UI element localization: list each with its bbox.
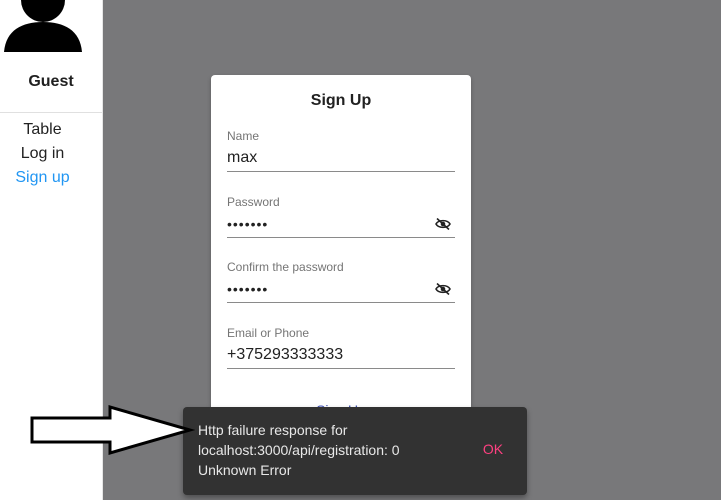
arrow-annotation: [30, 405, 195, 455]
email-phone-input[interactable]: +375293333333: [227, 346, 455, 369]
nav-item-table[interactable]: Table: [0, 118, 85, 142]
eye-off-icon[interactable]: [435, 218, 451, 230]
avatar-icon: [4, 0, 82, 52]
nav-item-login[interactable]: Log in: [0, 142, 85, 166]
confirm-password-input[interactable]: •••••••: [227, 280, 455, 303]
sidebar-divider: [0, 112, 102, 113]
email-phone-field[interactable]: Email or Phone +375293333333: [227, 326, 455, 369]
password-input[interactable]: •••••••: [227, 215, 455, 238]
confirm-password-value: •••••••: [227, 281, 269, 297]
snackbar-ok-button[interactable]: OK: [473, 441, 513, 457]
name-field[interactable]: Name max: [227, 129, 455, 172]
form-title: Sign Up: [310, 92, 372, 109]
nav-item-signup[interactable]: Sign up: [0, 166, 85, 190]
confirm-password-field[interactable]: Confirm the password •••••••: [227, 260, 455, 303]
password-value: •••••••: [227, 216, 269, 232]
password-field[interactable]: Password •••••••: [227, 195, 455, 238]
email-phone-label: Email or Phone: [227, 326, 310, 340]
name-label: Name: [227, 129, 260, 143]
name-input[interactable]: max: [227, 149, 455, 172]
confirm-password-label: Confirm the password: [227, 260, 344, 274]
signup-card: Sign Up Name max Password ••••••• Confir…: [211, 75, 471, 425]
password-label: Password: [227, 195, 280, 209]
error-snackbar: Http failure response for localhost:3000…: [183, 407, 527, 495]
eye-off-icon[interactable]: [435, 283, 451, 295]
snackbar-message: Http failure response for localhost:3000…: [198, 422, 400, 478]
sidebar-nav: Table Log in Sign up: [0, 118, 85, 190]
user-name: Guest: [28, 73, 74, 90]
